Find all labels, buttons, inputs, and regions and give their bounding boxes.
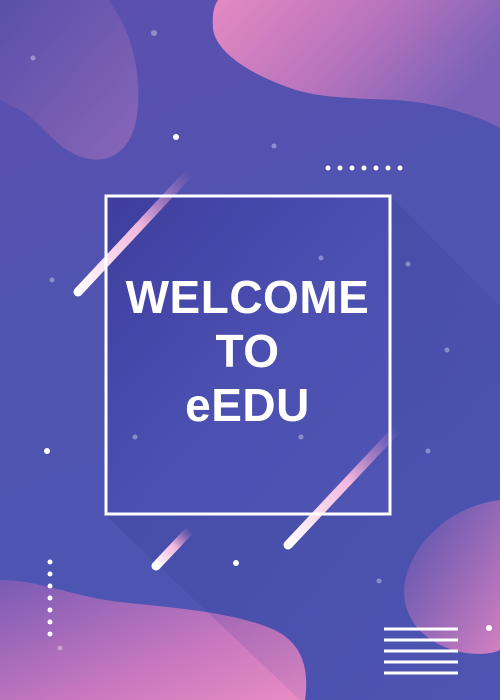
headline-line-3: eEDU [185, 379, 310, 431]
blob-top-right [212, 0, 500, 128]
headline-line-2: TO [215, 325, 280, 377]
dot-row-top [325, 165, 403, 171]
welcome-poster: WELCOME TO eEDU [0, 0, 500, 700]
blob-top-left [0, 0, 139, 160]
headline-line-1: WELCOME [125, 271, 370, 323]
welcome-headline: WELCOME TO eEDU [105, 270, 390, 432]
